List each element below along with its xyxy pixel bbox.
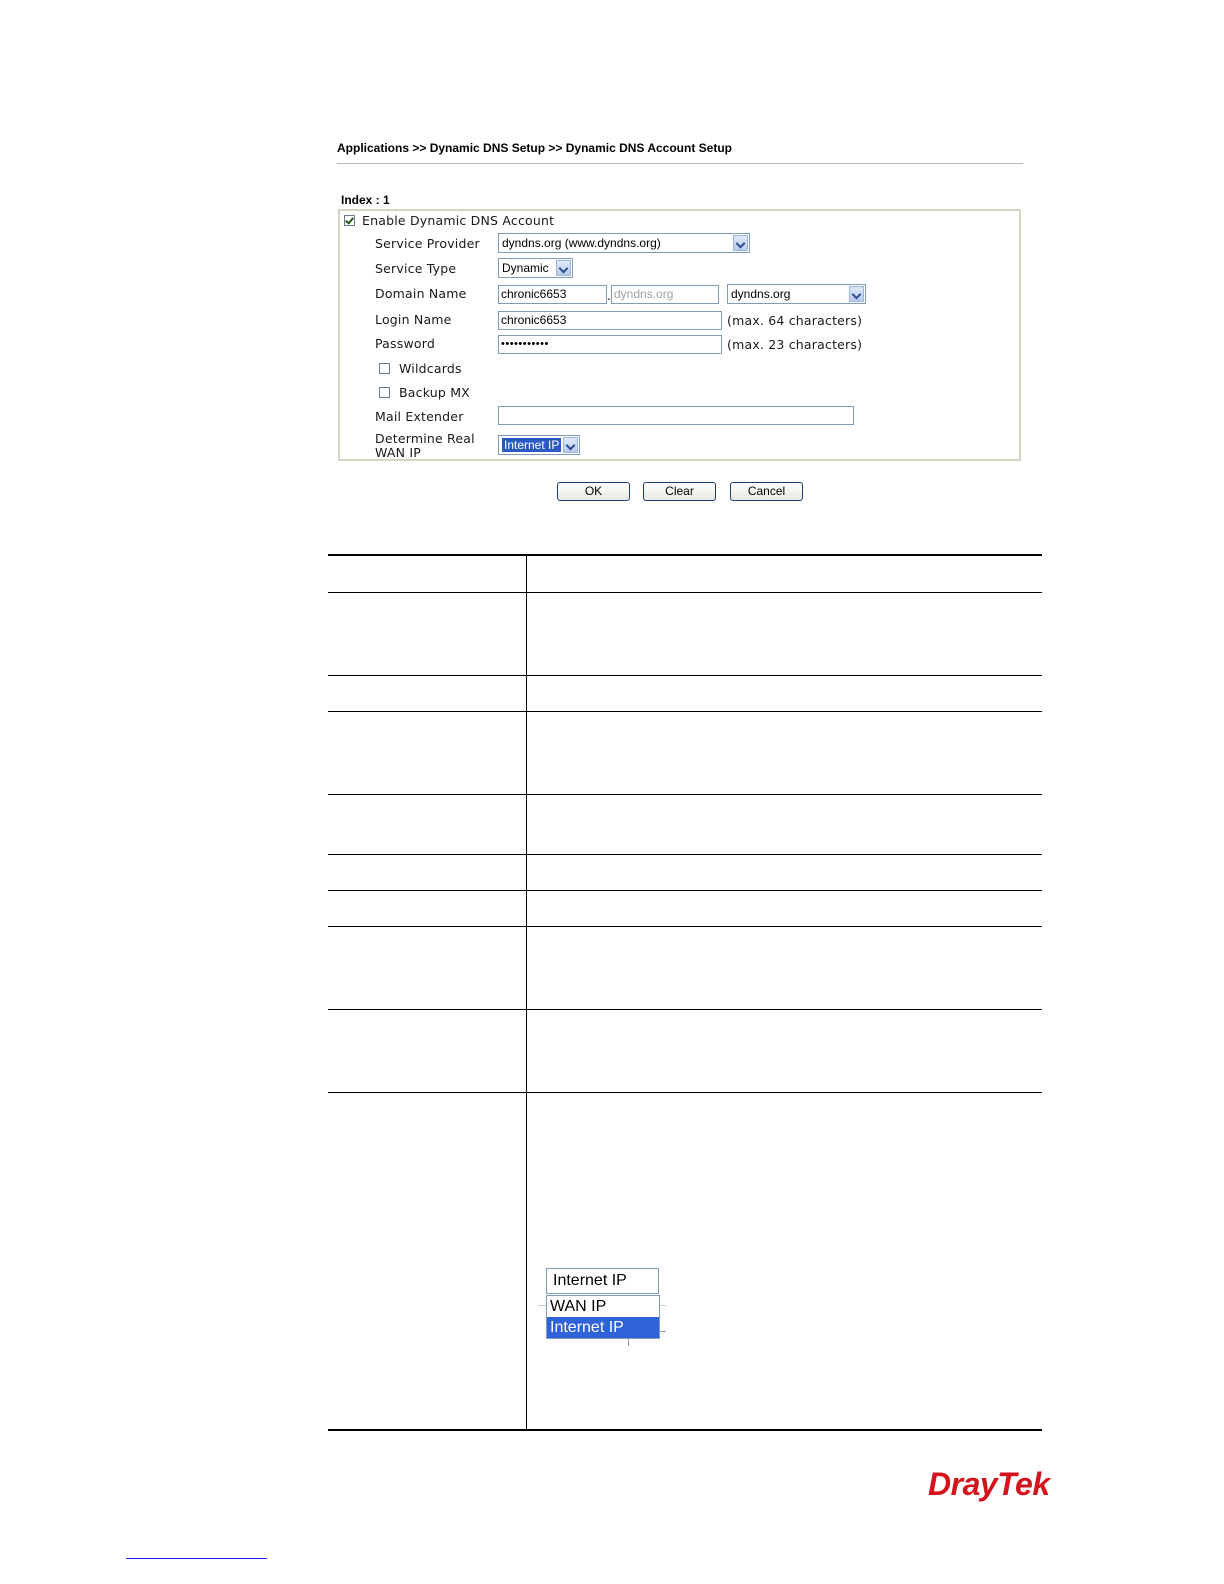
- domain-host-input[interactable]: chronic6653: [498, 285, 607, 304]
- domain-name-label: Domain Name: [375, 286, 467, 301]
- service-type-value: Dynamic: [502, 261, 549, 275]
- footer-link-underline: [126, 1558, 267, 1559]
- wan-ip-dropdown-example: Internet IP: [546, 1268, 659, 1294]
- table-row-divider: [328, 675, 1042, 676]
- enable-ddns-label: Enable Dynamic DNS Account: [362, 213, 555, 228]
- determine-wan-ip-value: Internet IP: [502, 438, 562, 452]
- breadcrumb-divider: [337, 163, 1023, 164]
- service-type-label: Service Type: [375, 261, 457, 276]
- determine-wan-ip-select[interactable]: Internet IP: [498, 435, 580, 455]
- dropdown-option-wan-ip: WAN IP: [550, 1298, 607, 1315]
- chevron-down-icon: [733, 235, 748, 251]
- mail-extender-input[interactable]: [498, 406, 854, 425]
- chevron-down-icon: [556, 260, 571, 276]
- table-row-divider: [328, 926, 1042, 927]
- mail-extender-label: Mail Extender: [375, 409, 464, 424]
- backup-mx-checkbox[interactable]: [379, 387, 390, 398]
- password-hint: (max. 23 characters): [727, 337, 863, 352]
- table-row-divider: [328, 1009, 1042, 1010]
- domain-suffix-select[interactable]: dyndns.org: [727, 284, 866, 304]
- table-row-divider: [328, 592, 1042, 593]
- index-label: Index : 1: [341, 193, 390, 207]
- table-top-rule: [328, 554, 1042, 556]
- service-type-select[interactable]: Dynamic: [498, 258, 573, 278]
- dropdown-selected-value: Internet IP: [553, 1272, 627, 1289]
- dropdown-option-internet-ip: Internet IP: [547, 1317, 659, 1338]
- decor-line: [628, 1339, 629, 1346]
- chevron-down-icon: [563, 437, 578, 453]
- clear-button[interactable]: Clear: [643, 482, 716, 501]
- cancel-button[interactable]: Cancel: [730, 482, 803, 501]
- password-input[interactable]: •••••••••••: [498, 335, 722, 354]
- table-column-divider: [526, 555, 527, 1431]
- table-bottom-rule: [328, 1429, 1042, 1431]
- wildcards-checkbox[interactable]: [379, 363, 390, 374]
- table-row-divider: [328, 1092, 1042, 1093]
- chevron-down-icon: [637, 1270, 657, 1292]
- login-name-input[interactable]: chronic6653: [498, 311, 722, 330]
- decor-line: [538, 1305, 546, 1306]
- decor-line: [660, 1331, 666, 1332]
- login-name-hint: (max. 64 characters): [727, 313, 863, 328]
- enable-ddns-checkbox[interactable]: [344, 215, 355, 226]
- dropdown-options-list: WAN IP Internet IP: [546, 1295, 660, 1339]
- decor-line: [660, 1305, 666, 1306]
- determine-wan-ip-label-line1: Determine Real: [375, 431, 475, 446]
- breadcrumb: Applications >> Dynamic DNS Setup >> Dyn…: [337, 141, 732, 155]
- draytek-logo: DrayTek: [928, 1466, 1050, 1502]
- wildcards-label: Wildcards: [399, 361, 462, 376]
- login-name-label: Login Name: [375, 312, 452, 327]
- table-row-divider: [328, 711, 1042, 712]
- service-provider-select[interactable]: dyndns.org (www.dyndns.org): [498, 233, 750, 253]
- chevron-down-icon: [849, 286, 864, 302]
- password-label: Password: [375, 336, 435, 351]
- backup-mx-label: Backup MX: [399, 385, 470, 400]
- service-provider-label: Service Provider: [375, 236, 480, 251]
- domain-suffix-input[interactable]: dyndns.org: [611, 285, 719, 304]
- domain-suffix-value: dyndns.org: [731, 287, 791, 301]
- service-provider-value: dyndns.org (www.dyndns.org): [502, 236, 661, 250]
- determine-wan-ip-label-line2: WAN IP: [375, 445, 421, 460]
- table-row-divider: [328, 854, 1042, 855]
- table-row-divider: [328, 794, 1042, 795]
- table-row-divider: [328, 890, 1042, 891]
- ok-button[interactable]: OK: [557, 482, 630, 501]
